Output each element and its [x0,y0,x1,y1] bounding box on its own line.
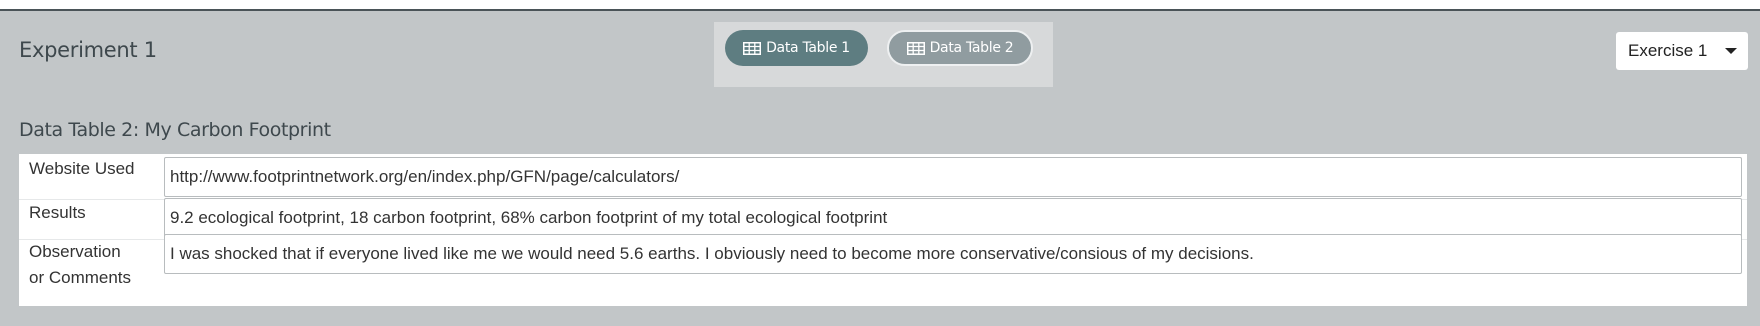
caret-down-icon [1725,48,1737,54]
table-row: Website Used http://www.footprintnetwork… [19,154,1747,200]
row-label-line: Observation [29,242,121,261]
table-icon [743,41,762,55]
data-table-tabs: Data Table 1 Data Table 2 [714,22,1053,87]
table-icon [906,41,925,55]
exercise-dropdown[interactable]: Exercise 1 [1616,32,1748,70]
tab-data-table-1[interactable]: Data Table 1 [725,30,868,66]
tab-label: Data Table 2 [929,40,1014,56]
row-label-line: or Comments [29,268,132,287]
website-used-field[interactable]: http://www.footprintnetwork.org/en/index… [164,157,1742,197]
tab-label: Data Table 1 [766,40,850,56]
observation-field[interactable]: I was shocked that if everyone lived lik… [164,234,1742,274]
tab-data-table-2[interactable]: Data Table 2 [887,30,1033,66]
row-label: Observation or Comments [29,239,131,291]
row-label: Website Used [29,159,135,178]
experiment-panel: Experiment 1 Data Table 1 Data Table 2 E… [0,9,1760,326]
results-field[interactable]: 9.2 ecological footprint, 18 carbon foot… [164,198,1742,238]
row-label: Results [29,203,86,222]
data-table-title: Data Table 2: My Carbon Footprint [19,119,331,141]
table-row: Observation or Comments I was shocked th… [19,234,1747,306]
exercise-dropdown-value: Exercise 1 [1628,41,1708,60]
data-table: Website Used http://www.footprintnetwork… [19,154,1747,306]
experiment-title: Experiment 1 [19,38,157,62]
